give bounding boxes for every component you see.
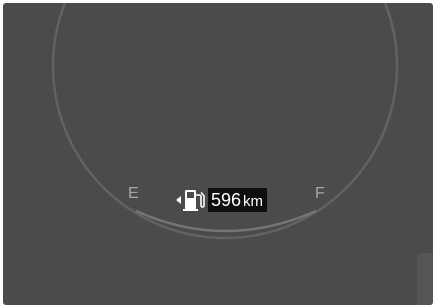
fuel-level-arc [135,209,317,233]
fuel-full-label: F [315,185,325,202]
range-value: 596 [211,190,242,210]
range-readout: 596 km [208,188,268,212]
left-arrow-icon [176,196,181,204]
fuel-range-indicator: 596 km [176,187,268,213]
side-bezel-tab [417,253,433,305]
fuel-pump-icon [183,190,205,211]
instrument-cluster-panel: E F 596 km [3,3,433,305]
screenshot-frame: E F 596 km [0,0,437,308]
range-unit: km [243,193,264,210]
fuel-gauge-dial [51,3,399,240]
fuel-empty-label: E [128,185,139,202]
